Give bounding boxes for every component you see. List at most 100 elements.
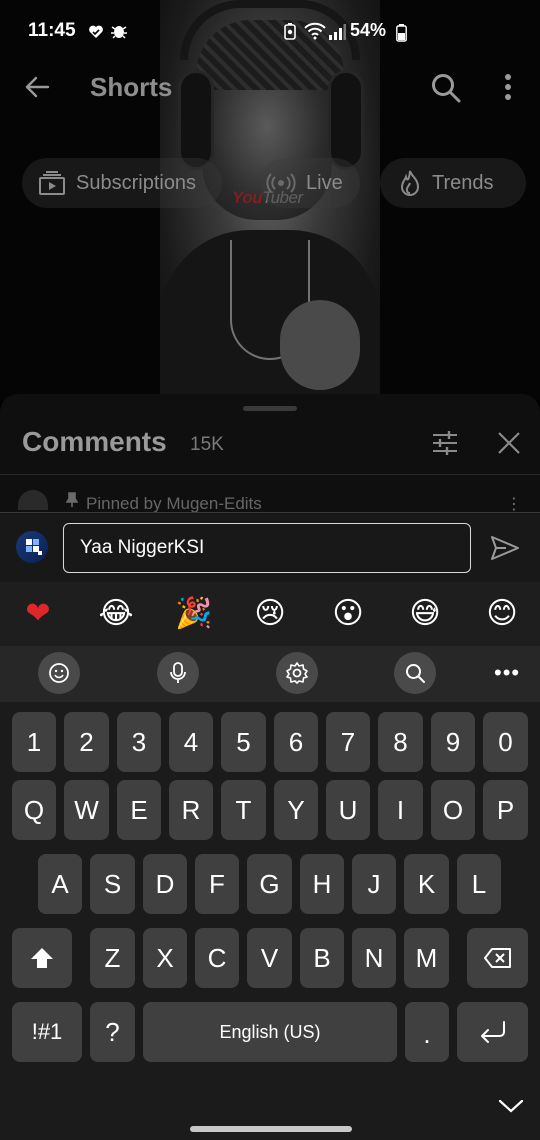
emoji-laughing[interactable]: 😂 xyxy=(96,594,136,634)
chip-subscriptions-label: Subscriptions xyxy=(76,171,197,194)
signal-icon xyxy=(329,24,346,40)
soft-keyboard: 1 2 3 4 5 6 7 8 9 0 Q W E R T Y U I O P … xyxy=(0,702,540,1140)
chip-trends-label: Trends xyxy=(432,171,494,194)
key-u[interactable]: U xyxy=(326,780,370,840)
keyboard-search-button[interactable] xyxy=(394,652,436,694)
video-person-hand xyxy=(280,300,360,390)
key-1[interactable]: 1 xyxy=(12,712,56,772)
key-f[interactable]: F xyxy=(195,854,239,914)
comment-more-icon[interactable]: ⋮ xyxy=(506,494,522,514)
key-q[interactable]: Q xyxy=(12,780,56,840)
enter-key[interactable] xyxy=(457,1002,528,1062)
pinned-by-label: Pinned by Mugen-Edits xyxy=(86,494,262,513)
key-j[interactable]: J xyxy=(352,854,396,914)
key-z[interactable]: Z xyxy=(90,928,135,988)
key-7[interactable]: 7 xyxy=(326,712,370,772)
sheet-drag-handle[interactable] xyxy=(243,406,297,411)
battery-icon xyxy=(396,24,407,42)
emoji-quick-row: ❤ 😂 🎉 😢 😮 😅 😊 xyxy=(0,582,540,646)
chip-live[interactable]: Live xyxy=(260,158,360,208)
battery-percentage: 54% xyxy=(350,20,387,40)
battery-saver-icon xyxy=(284,23,296,40)
chip-trends[interactable]: Trends xyxy=(380,158,526,208)
key-d[interactable]: D xyxy=(143,854,187,914)
shift-arrow-icon xyxy=(31,948,53,968)
key-9[interactable]: 9 xyxy=(431,712,475,772)
pin-icon xyxy=(66,492,78,507)
watermark-red-text: You xyxy=(232,188,262,207)
enter-return-icon xyxy=(480,1021,505,1043)
chip-subscriptions[interactable]: Subscriptions xyxy=(22,158,222,208)
shift-key[interactable] xyxy=(12,928,72,988)
key-s[interactable]: S xyxy=(90,854,135,914)
key-l[interactable]: L xyxy=(457,854,501,914)
avatar-pixel xyxy=(26,539,32,545)
key-8[interactable]: 8 xyxy=(378,712,423,772)
key-a[interactable]: A xyxy=(38,854,82,914)
key-c[interactable]: C xyxy=(195,928,239,988)
key-w[interactable]: W xyxy=(64,780,109,840)
page-title: Shorts xyxy=(90,72,173,102)
key-b[interactable]: B xyxy=(300,928,344,988)
key-0[interactable]: 0 xyxy=(483,712,528,772)
keyboard-settings-button[interactable] xyxy=(276,652,318,694)
key-p[interactable]: P xyxy=(483,780,528,840)
comment-text-input[interactable]: Yaa NiggerKSI xyxy=(63,523,471,573)
key-g[interactable]: G xyxy=(247,854,292,914)
key-6[interactable]: 6 xyxy=(274,712,318,772)
more-vertical-icon[interactable] xyxy=(496,72,520,102)
headphone-right xyxy=(328,70,364,170)
space-bar[interactable]: English (US) xyxy=(143,1002,397,1062)
keyboard-toolbar: ••• xyxy=(0,646,540,702)
sheet-divider xyxy=(0,474,540,475)
emoji-party[interactable]: 🎉 xyxy=(174,594,214,634)
key-i[interactable]: I xyxy=(378,780,423,840)
user-avatar[interactable] xyxy=(16,531,48,563)
key-4[interactable]: 4 xyxy=(169,712,213,772)
key-h[interactable]: H xyxy=(300,854,344,914)
key-5[interactable]: 5 xyxy=(221,712,266,772)
send-icon[interactable] xyxy=(490,535,520,561)
search-icon[interactable] xyxy=(430,72,462,104)
headphone-left xyxy=(178,70,214,170)
microphone-icon xyxy=(170,662,186,683)
back-arrow-icon[interactable] xyxy=(22,72,52,102)
key-n[interactable]: N xyxy=(352,928,396,988)
settings-gear-icon xyxy=(286,662,308,684)
question-mark-key[interactable]: ? xyxy=(90,1002,135,1062)
keyboard-more-options[interactable]: ••• xyxy=(494,660,520,686)
comments-title: Comments xyxy=(22,426,167,457)
key-3[interactable]: 3 xyxy=(117,712,161,772)
emoji-heart[interactable]: ❤ xyxy=(18,594,58,634)
key-x[interactable]: X xyxy=(143,928,187,988)
key-v[interactable]: V xyxy=(247,928,292,988)
symbols-key[interactable]: !#1 xyxy=(12,1002,82,1062)
filter-sort-icon[interactable] xyxy=(430,428,460,458)
key-2[interactable]: 2 xyxy=(64,712,109,772)
period-key[interactable]: . xyxy=(405,1002,449,1062)
backspace-icon xyxy=(483,948,511,968)
status-time: 11:45 xyxy=(28,20,76,41)
key-y[interactable]: Y xyxy=(274,780,318,840)
key-m[interactable]: M xyxy=(404,928,449,988)
key-o[interactable]: O xyxy=(431,780,475,840)
key-t[interactable]: T xyxy=(221,780,266,840)
close-icon[interactable] xyxy=(496,430,522,456)
emoji-smile[interactable]: 😊 xyxy=(482,594,522,634)
gesture-navigation-handle[interactable] xyxy=(190,1126,352,1132)
key-k[interactable]: K xyxy=(404,854,449,914)
hide-keyboard-chevron-icon[interactable] xyxy=(496,1096,526,1116)
voice-input-button[interactable] xyxy=(157,652,199,694)
heart-shield-icon xyxy=(89,25,103,38)
emoji-surprised[interactable]: 😮 xyxy=(328,594,368,634)
backspace-key[interactable] xyxy=(467,928,528,988)
live-icon xyxy=(266,173,296,193)
key-r[interactable]: R xyxy=(169,780,213,840)
pinned-comment-avatar[interactable] xyxy=(18,490,48,510)
chip-live-label: Live xyxy=(306,171,343,194)
wifi-icon xyxy=(304,22,326,40)
emoji-sweat-smile[interactable]: 😅 xyxy=(405,594,445,634)
key-e[interactable]: E xyxy=(117,780,161,840)
emoji-keyboard-button[interactable] xyxy=(38,652,80,694)
emoji-crying[interactable]: 😢 xyxy=(250,594,290,634)
